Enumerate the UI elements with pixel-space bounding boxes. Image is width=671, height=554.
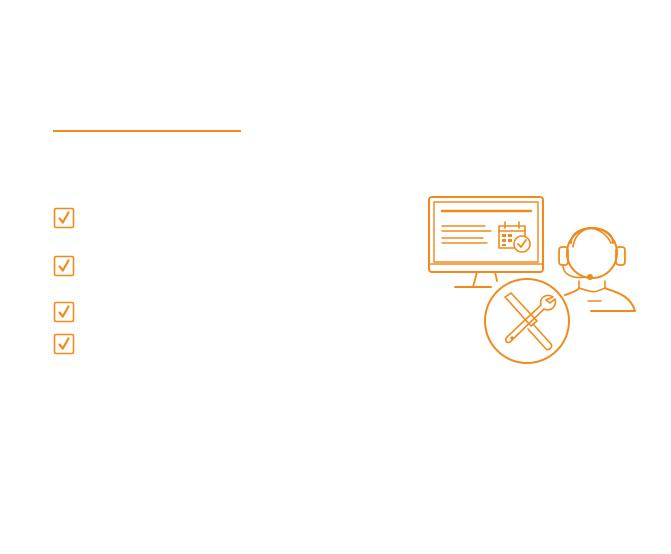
heading-underline [53,130,241,132]
support-agent-headset-icon [558,227,636,312]
checkbox-checked-icon [53,333,75,355]
page [0,0,671,554]
calendar-check-icon [498,221,531,253]
checkbox-checked-icon [53,207,75,229]
checkbox-checked-icon [53,301,75,323]
support-illustration [425,193,640,368]
checkbox-checked-icon [53,255,75,277]
tools-wrench-screwdriver-icon [484,278,570,364]
